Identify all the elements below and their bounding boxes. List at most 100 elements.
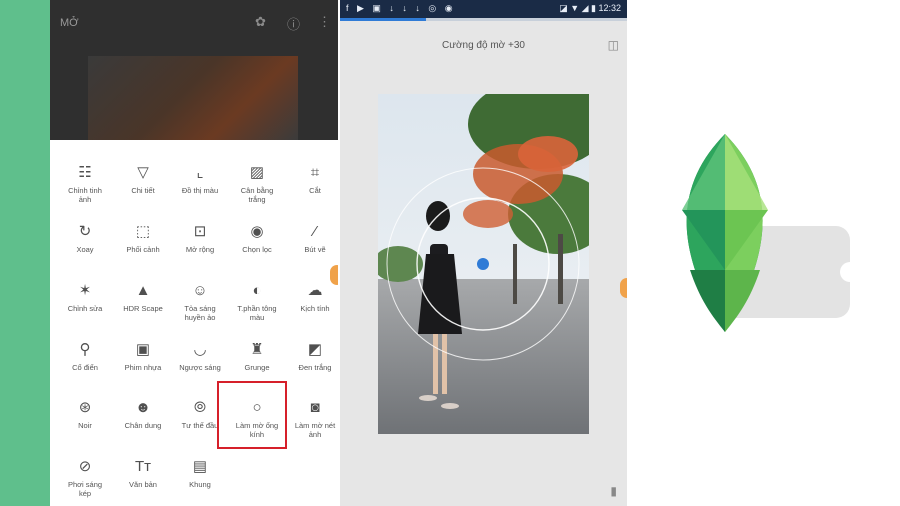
- noir-icon: ⊛: [78, 399, 92, 416]
- tool-label: Bút vẽ: [304, 245, 326, 254]
- tool-label: Chân dung: [124, 421, 162, 430]
- tool-label: Chọn lọc: [242, 245, 272, 254]
- vignette-icon: ◙: [310, 399, 320, 416]
- tool-label: Phối cảnh: [126, 245, 160, 254]
- status-bar: f ▶ ▣ ↓ ↓ ↓ ◎ ◉ ◪ ▼ ◢ ▮ 12:32: [340, 0, 627, 18]
- scroll-handle[interactable]: [620, 278, 627, 298]
- selective-icon: ◉: [250, 223, 264, 240]
- progress-bar: [340, 18, 627, 21]
- tool-perspective[interactable]: ⬚ Phối cảnh: [114, 221, 172, 279]
- right-phone-screen: f ▶ ▣ ↓ ↓ ↓ ◎ ◉ ◪ ▼ ◢ ▮ 12:32 Cường độ m…: [340, 0, 627, 506]
- edited-photo[interactable]: [378, 94, 589, 434]
- retrolux-icon: ◡: [193, 341, 207, 358]
- tool-curves[interactable]: ⌞ Đồ thị màu: [171, 162, 229, 220]
- tool-label: Tỏa sáng huyền ảo: [184, 304, 216, 322]
- progress-fill: [340, 18, 427, 21]
- tool-label: T.phần tông màu: [237, 304, 277, 322]
- tool-black-white[interactable]: ◩ Đen trắng: [286, 339, 338, 397]
- grainy-film-icon: ▣: [135, 341, 151, 358]
- expand-icon: ⊡: [193, 223, 207, 240]
- compare-icon[interactable]: ◫: [608, 38, 619, 52]
- looks-icon[interactable]: ✿: [255, 14, 266, 30]
- tool-vignette[interactable]: ◙ Làm mờ nét ảnh: [286, 397, 338, 455]
- vintage-icon: ⚲: [79, 341, 91, 358]
- app-bar: MỞ ✿ ⓘ ⋮: [50, 0, 338, 40]
- tool-details[interactable]: ▽ Chi tiết: [114, 162, 172, 220]
- blur-strength-label: Cường độ mờ +30: [442, 40, 525, 51]
- tool-grainy-film[interactable]: ▣ Phim nhựa: [114, 339, 172, 397]
- more-icon[interactable]: ⋮: [318, 14, 331, 30]
- perspective-icon: ⬚: [135, 223, 151, 240]
- left-phone-screen: MỞ ✿ ⓘ ⋮ ☷ Chỉnh tinh ảnh ▽ Chi tiết ⌞ Đồ thị …: [50, 0, 338, 506]
- tool-label: Cổ điển: [72, 363, 98, 372]
- tool-expand[interactable]: ⊡ Mở rộng: [171, 221, 229, 279]
- crop-icon: ⌗: [310, 164, 320, 181]
- info-icon[interactable]: ⓘ: [287, 14, 300, 33]
- white-balance-icon: ▨: [249, 164, 265, 181]
- bookmark-icon[interactable]: ▮: [610, 484, 617, 498]
- brush-icon: ⁄: [313, 223, 317, 240]
- tool-glamour-glow[interactable]: ☺ Tỏa sáng huyền ảo: [171, 280, 229, 338]
- tool-label: Chi tiết: [131, 186, 155, 195]
- portrait-icon: ☻: [135, 399, 151, 416]
- snapseed-logo: [640, 120, 870, 350]
- black-white-icon: ◩: [307, 341, 323, 358]
- tool-portrait[interactable]: ☻ Chân dung: [114, 397, 172, 455]
- tool-white-balance[interactable]: ▨ Cân bằng trắng: [228, 162, 286, 220]
- photo-svg: [378, 94, 589, 434]
- glamour-glow-icon: ☺: [192, 282, 208, 299]
- text-icon: Tт: [134, 458, 152, 475]
- tool-hdr[interactable]: ▲ HDR Scape: [114, 280, 172, 338]
- tool-label: Cắt: [309, 186, 321, 195]
- tool-vintage[interactable]: ⚲ Cổ điển: [56, 339, 114, 397]
- tool-double-exposure[interactable]: ⊘ Phơi sáng kép: [56, 456, 114, 506]
- tool-label: Đen trắng: [298, 363, 332, 372]
- tool-frames[interactable]: ▤ Khung: [171, 456, 229, 506]
- open-button[interactable]: MỞ: [60, 17, 79, 29]
- tool-label: HDR Scape: [123, 304, 163, 313]
- tool-selective[interactable]: ◉ Chọn lọc: [228, 221, 286, 279]
- photo-thumbnail: [88, 56, 298, 140]
- status-icons: f ▶ ▣ ↓ ↓ ↓ ◎ ◉: [346, 3, 456, 13]
- tune-icon: ☷: [78, 164, 92, 181]
- tool-label: Đồ thị màu: [181, 186, 219, 195]
- tool-rotate[interactable]: ↻ Xoay: [56, 221, 114, 279]
- logo-svg: [682, 134, 860, 332]
- highlight-box: [217, 381, 287, 449]
- tool-label: Noir: [78, 421, 92, 430]
- tool-healing[interactable]: ✶ Chỉnh sửa: [56, 280, 114, 338]
- tool-crop[interactable]: ⌗ Cắt: [286, 162, 338, 220]
- tool-label: Phim nhựa: [124, 363, 162, 372]
- rotate-icon: ↻: [78, 223, 92, 240]
- tool-tonal-contrast[interactable]: ◐ T.phần tông màu: [228, 280, 286, 338]
- tool-label: Kịch tính: [300, 304, 330, 313]
- tool-tune[interactable]: ☷ Chỉnh tinh ảnh: [56, 162, 114, 220]
- grunge-icon: ♜: [250, 341, 264, 358]
- tool-noir[interactable]: ⊛ Noir: [56, 397, 114, 455]
- details-icon: ▽: [137, 164, 149, 181]
- tool-label: Văn bản: [129, 480, 157, 489]
- background-strip: [0, 0, 50, 506]
- tool-label: Phơi sáng kép: [67, 480, 103, 498]
- tonal-contrast-icon: ◐: [252, 282, 262, 299]
- hdr-icon: ▲: [135, 282, 151, 299]
- tool-label: Cân bằng trắng: [240, 186, 274, 204]
- tool-label: Xoay: [76, 245, 94, 254]
- tool-label: Làm mờ nét ảnh: [294, 421, 336, 439]
- double-exposure-icon: ⊘: [78, 458, 92, 475]
- healing-icon: ✶: [78, 282, 92, 299]
- tool-label: Grunge: [244, 363, 270, 372]
- scroll-handle[interactable]: [330, 265, 338, 285]
- tool-text[interactable]: Tт Văn bản: [114, 456, 172, 506]
- curves-icon: ⌞: [196, 164, 204, 181]
- frames-icon: ▤: [192, 458, 208, 475]
- tool-drama[interactable]: ☁ Kịch tính: [286, 280, 338, 338]
- tool-label: Ngược sáng: [179, 363, 221, 372]
- tool-label: Chỉnh tinh ảnh: [68, 186, 102, 204]
- status-time: ◪ ▼ ◢ ▮ 12:32: [559, 3, 621, 13]
- tool-label: Mở rộng: [185, 245, 215, 254]
- tool-label: Chỉnh sửa: [67, 304, 103, 313]
- tool-label: Khung: [189, 480, 211, 489]
- drama-icon: ☁: [307, 282, 323, 299]
- photo-preview-area: MỞ ✿ ⓘ ⋮: [50, 0, 338, 140]
